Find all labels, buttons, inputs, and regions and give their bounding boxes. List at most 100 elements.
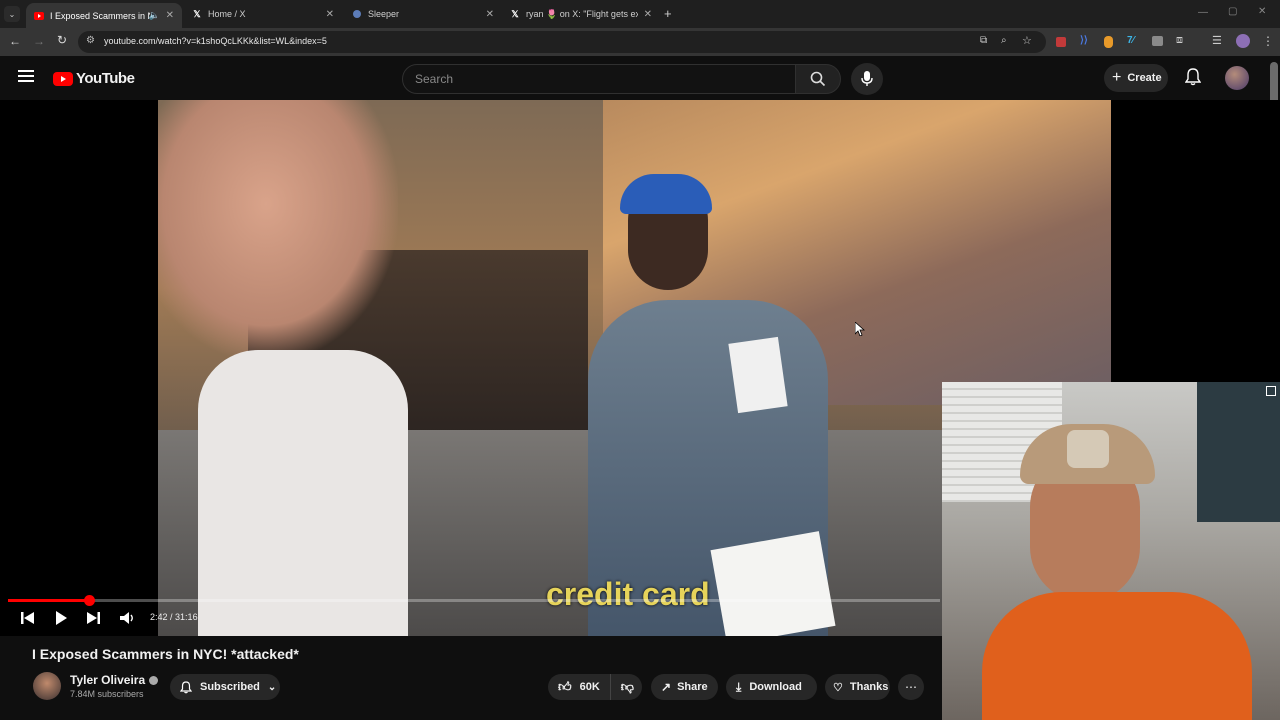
thumbs-up-icon: 👍︎ xyxy=(558,679,572,694)
next-icon[interactable] xyxy=(86,611,100,625)
like-dislike-group: 👍︎ 60K 👎︎ xyxy=(548,674,642,700)
extension-translate-icon[interactable]: 7⁄ xyxy=(1127,35,1134,46)
channel-name-text: Tyler Oliveira xyxy=(70,673,146,687)
profile-avatar-icon[interactable] xyxy=(1236,34,1250,48)
thumbs-down-icon: 👎︎ xyxy=(620,679,634,694)
play-icon[interactable] xyxy=(54,611,68,625)
orange-shirt xyxy=(982,592,1252,720)
url-text: youtube.com/watch?v=k1shoQcLKKk&list=WL&… xyxy=(104,36,327,46)
video-title: I Exposed Scammers in NYC! *attacked* xyxy=(32,646,299,662)
bookmark-star-icon[interactable]: ☆ xyxy=(1022,34,1032,47)
more-actions-button[interactable]: ⋯ xyxy=(898,674,924,700)
extension-red-icon[interactable] xyxy=(1056,37,1066,47)
youtube-logo[interactable]: YouTube xyxy=(53,70,135,87)
progress-bar-track[interactable] xyxy=(8,595,940,606)
browser-menu-icon[interactable]: ⋮ xyxy=(1262,34,1274,48)
extension-blue-icon[interactable]: ⟩⟩ xyxy=(1080,35,1088,46)
share-icon: ↗ xyxy=(661,680,672,694)
x-icon: 𝕏 xyxy=(193,8,201,19)
progress-bar-played xyxy=(8,599,89,602)
close-tab-icon[interactable]: ✕ xyxy=(644,9,652,20)
progress-scrubber-knob[interactable] xyxy=(83,595,95,606)
chevron-down-icon: ⌄ xyxy=(267,681,277,693)
search-button[interactable] xyxy=(795,64,841,94)
youtube-icon xyxy=(34,11,44,21)
youtube-logo-text: YouTube xyxy=(76,70,135,87)
night-window xyxy=(1197,382,1280,522)
webcam-overlay xyxy=(942,382,1280,720)
share-button[interactable]: ↗ Share xyxy=(651,674,718,700)
verified-badge-icon xyxy=(149,675,159,685)
close-window-icon[interactable]: ✕ xyxy=(1258,6,1266,17)
close-tab-icon[interactable]: ✕ xyxy=(326,9,334,20)
site-info-icon[interactable]: ⚙ xyxy=(86,35,95,46)
hamburger-menu-icon[interactable] xyxy=(18,70,34,82)
account-avatar[interactable] xyxy=(1225,66,1249,90)
white-box xyxy=(710,531,836,636)
youtube-play-logo-icon xyxy=(53,71,73,86)
extension-orange-icon[interactable] xyxy=(1104,36,1113,48)
white-box xyxy=(728,336,788,414)
search-icon xyxy=(810,71,826,87)
tab-home-x[interactable]: 𝕏 Home / X ✕ xyxy=(184,3,342,25)
tab-title: Sleeper xyxy=(368,9,400,19)
plus-icon: + xyxy=(1112,69,1122,86)
tab-search-menu-icon[interactable]: ☰ xyxy=(1212,34,1222,47)
browser-tab-strip: ⌄ I Exposed Scammers in NYC 🔈 ✕ 𝕏 Home /… xyxy=(0,0,1280,28)
more-horizontal-icon: ⋯ xyxy=(905,680,917,694)
address-bar[interactable]: ⚙ youtube.com/watch?v=k1shoQcLKKk&list=W… xyxy=(78,31,1046,53)
x-icon: 𝕏 xyxy=(511,8,519,19)
voice-search-button[interactable] xyxy=(851,63,883,95)
search-placeholder: Search xyxy=(415,72,454,86)
speaker-icon[interactable]: 🔈 xyxy=(149,10,160,21)
blue-cap xyxy=(620,174,712,214)
download-label: Download xyxy=(749,681,802,693)
sleeper-icon xyxy=(352,9,362,19)
channel-avatar[interactable] xyxy=(33,672,61,700)
install-app-icon[interactable]: ⧉ xyxy=(980,35,987,46)
like-button[interactable]: 👍︎ 60K xyxy=(548,674,611,700)
extensions-puzzle-icon[interactable]: ⧈ xyxy=(1176,34,1183,47)
subscribed-label: Subscribed xyxy=(200,681,260,693)
close-tab-icon[interactable]: ✕ xyxy=(166,10,174,21)
mouse-cursor-icon xyxy=(855,322,865,336)
new-tab-icon[interactable]: + xyxy=(664,6,672,21)
thanks-label: Thanks xyxy=(849,681,889,693)
tab-sleeper[interactable]: Sleeper ✕ xyxy=(344,3,502,25)
minimize-icon[interactable]: — xyxy=(1198,7,1208,18)
extension-grey-icon[interactable] xyxy=(1152,36,1163,46)
download-button[interactable]: ⤓ Download xyxy=(726,674,817,700)
create-button[interactable]: + Create xyxy=(1104,64,1168,92)
current-time: 2:42 xyxy=(150,612,168,622)
channel-name[interactable]: Tyler Oliveira xyxy=(70,673,159,687)
time-display: 2:42 / 31:16 xyxy=(150,612,198,622)
thanks-button[interactable]: ♡ Thanks xyxy=(825,674,890,700)
youtube-header: YouTube Search + Create xyxy=(0,56,1280,100)
forward-icon[interactable]: → xyxy=(33,34,45,48)
bell-icon xyxy=(180,680,192,693)
notifications-bell-icon[interactable] xyxy=(1184,68,1202,91)
thanks-heart-icon: ♡ xyxy=(833,681,843,694)
dislike-button[interactable]: 👎︎ xyxy=(611,679,644,695)
video-caption: credit card xyxy=(546,576,710,612)
download-icon: ⤓ xyxy=(736,679,742,694)
maximize-icon[interactable]: ▢ xyxy=(1228,6,1237,17)
browser-toolbar: ← → ↻ ⚙ youtube.com/watch?v=k1shoQcLKKk&… xyxy=(0,28,1280,56)
subscribed-button[interactable]: Subscribed ⌄ xyxy=(170,674,280,700)
back-icon[interactable]: ← xyxy=(9,34,21,48)
webcam-corner-icon xyxy=(1266,386,1276,396)
tab-search-icon[interactable]: ⌄ xyxy=(4,6,20,22)
close-tab-icon[interactable]: ✕ xyxy=(486,9,494,20)
reload-icon[interactable]: ↻ xyxy=(57,33,67,47)
share-label: Share xyxy=(677,681,708,693)
tab-youtube-video[interactable]: I Exposed Scammers in NYC 🔈 ✕ xyxy=(26,3,182,28)
white-shirt xyxy=(198,350,408,636)
search-input[interactable]: Search xyxy=(402,64,796,94)
previous-icon[interactable] xyxy=(21,611,35,625)
zoom-icon[interactable]: ⌕ xyxy=(1001,35,1007,46)
tab-ryan-x[interactable]: 𝕏 ryan 🌷 on X: "Flight gets excit ✕ xyxy=(502,3,660,25)
volume-icon[interactable] xyxy=(120,611,134,625)
tab-title: Home / X xyxy=(208,9,246,19)
like-count: 60K xyxy=(579,681,600,693)
tab-title: I Exposed Scammers in NYC xyxy=(50,10,150,21)
